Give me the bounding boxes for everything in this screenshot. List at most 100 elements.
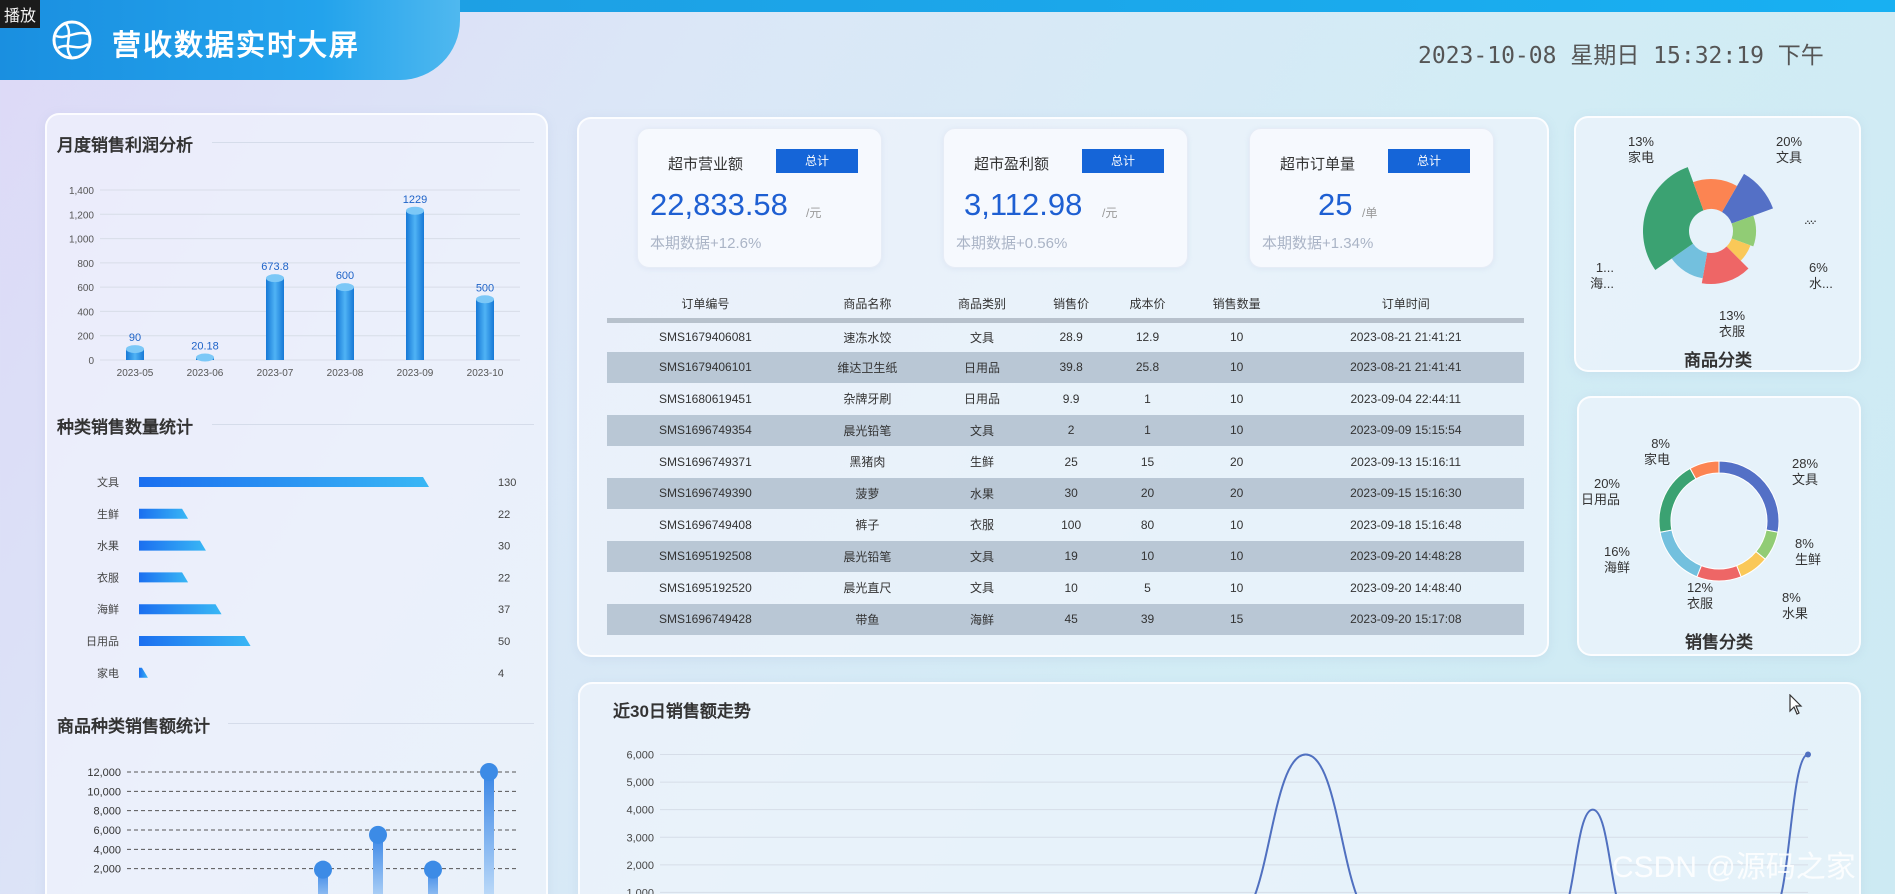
- lollipop-point[interactable]: [314, 860, 332, 879]
- y-tick-label: 1,200: [69, 210, 94, 221]
- table-row[interactable]: SMS1696749428 带鱼 海鲜 45 39 15 2023-09-20 15:17:…: [607, 603, 1524, 635]
- table-cell: SMS1679406101: [607, 351, 804, 383]
- column-header[interactable]: 订单时间: [1288, 290, 1524, 320]
- table-row[interactable]: SMS1680619451 杂牌牙刷 日用品 9.9 1 10 2023-09-04 22:…: [607, 383, 1524, 415]
- category-label: 衣服: [97, 570, 119, 584]
- hbar[interactable]: [139, 477, 429, 487]
- category-label: 生鲜: [97, 507, 119, 521]
- hbar-value-label: 50: [498, 636, 510, 648]
- bar-cap: [196, 353, 214, 362]
- category-label: 家电: [97, 666, 119, 680]
- hbar-value-label: 22: [498, 572, 510, 584]
- slice-label: 海...: [1590, 276, 1614, 291]
- slice-name-label: 海鲜: [1604, 560, 1630, 575]
- y-tick-label: 3,000: [626, 832, 654, 844]
- kpi-value: 3,112.98: [964, 187, 1083, 222]
- slice-pct-label: 16%: [1604, 544, 1630, 559]
- lollipop-point[interactable]: [424, 860, 442, 879]
- monthly-profit-title: 月度销售利润分析: [57, 136, 193, 155]
- table-cell: 100: [1061, 517, 1082, 532]
- table-cell: 10: [1109, 540, 1186, 572]
- category-count-chart: 文具 130 生鲜 22 水果 30 衣服 22 海鲜 37 日用品 50 家电 4: [86, 475, 516, 680]
- hbar[interactable]: [139, 636, 251, 646]
- table-row[interactable]: SMS1696749408 裤子 衣服 100 80 10 2023-09-18 15:16…: [607, 509, 1524, 541]
- slice-pct-label: 8%: [1651, 436, 1670, 451]
- table-row[interactable]: SMS1679406081 速冻水饺 文具 28.9 12.9 10 2023-08-21 …: [607, 320, 1524, 352]
- kpi-value: 22,833.58: [650, 187, 788, 222]
- kpi-total-badge[interactable]: 总计: [1082, 149, 1164, 173]
- hbar[interactable]: [139, 540, 206, 551]
- table-cell: SMS1695192508: [607, 540, 804, 572]
- table-cell: 10: [1185, 540, 1288, 572]
- column-header[interactable]: 订单编号: [607, 290, 804, 320]
- table-row[interactable]: SMS1696749371 黑猪肉 生鲜 25 15 20 2023-09-13 15:16…: [607, 446, 1524, 478]
- slice-pct-label: 28%: [1792, 456, 1818, 471]
- slice-label: 衣服: [1719, 324, 1745, 339]
- hbar[interactable]: [139, 667, 148, 678]
- table-cell: 80: [1140, 517, 1155, 532]
- table-cell: 裤子: [855, 518, 880, 533]
- table-cell: SMS1696749354: [607, 414, 804, 446]
- kpi-note: 本期数据+1.34%: [1262, 235, 1374, 252]
- table-cell: 12.9: [1135, 330, 1160, 344]
- table-cell: 28.9: [1059, 330, 1083, 344]
- category-label: 文具: [97, 475, 119, 489]
- hbar[interactable]: [139, 508, 189, 519]
- table-cell: SMS1680619451: [659, 391, 752, 406]
- bar[interactable]: [336, 287, 354, 360]
- y-tick-label: 10,000: [87, 786, 121, 798]
- hbar[interactable]: [139, 604, 222, 615]
- lollipop-point[interactable]: [480, 763, 498, 781]
- table-cell: SMS1696749390: [607, 477, 804, 509]
- kpi-total-badge[interactable]: 总计: [1388, 149, 1470, 173]
- y-tick-label: 2,000: [626, 860, 654, 872]
- table-row[interactable]: SMS1695192508 晨光铅笔 文具 19 10 10 2023-09-20 14:4…: [607, 540, 1524, 572]
- column-header[interactable]: 商品名称: [804, 290, 931, 320]
- play-overlay-label[interactable]: 播放: [0, 0, 41, 28]
- y-tick-label: 1,400: [69, 186, 94, 197]
- table-cell: 25: [1064, 454, 1078, 469]
- donut-slice[interactable]: [1659, 529, 1702, 578]
- table-row[interactable]: SMS1695192520 晨光直尺 文具 10 5 10 2023-09-20 14:48…: [607, 572, 1524, 604]
- bar[interactable]: [406, 210, 424, 360]
- donut-slice[interactable]: [1658, 467, 1697, 533]
- donut-slice[interactable]: [1718, 460, 1780, 533]
- donut-slice[interactable]: [1696, 564, 1742, 582]
- y-tick-label: 4,000: [626, 805, 654, 817]
- sales-category-title: 销售分类: [1685, 633, 1753, 652]
- slice-name-label: 衣服: [1687, 596, 1713, 611]
- column-header[interactable]: 销售数量: [1186, 290, 1288, 320]
- bar[interactable]: [266, 278, 284, 360]
- donut-slice[interactable]: [1736, 550, 1766, 578]
- slice-pct-label: 20%: [1594, 476, 1620, 491]
- y-tick-label: 5,000: [626, 777, 654, 789]
- lollipop-point[interactable]: [369, 825, 387, 844]
- y-tick-label: 400: [77, 307, 94, 318]
- table-cell: SMS1696749371: [659, 454, 752, 469]
- monthly-profit-chart: 0 200 400 600 800 1,000 1,200 1,400 90 2023-05 20.…: [69, 186, 520, 379]
- section-divider: [228, 723, 534, 724]
- table-cell: 文具: [969, 581, 994, 596]
- table-cell: 海鲜: [931, 603, 1033, 635]
- y-tick-label: 200: [77, 332, 94, 343]
- table-cell: 日用品: [931, 351, 1033, 383]
- column-header[interactable]: 成本价: [1109, 290, 1185, 320]
- donut-slice[interactable]: [1689, 460, 1720, 480]
- table-cell: 文具: [931, 540, 1033, 572]
- globe-logo-icon: [52, 20, 92, 60]
- column-header[interactable]: 销售价: [1033, 290, 1109, 320]
- table-cell: 10: [1229, 517, 1244, 532]
- table-row[interactable]: SMS1679406101 维达卫生纸 日用品 39.8 25.8 10 2023-08-2…: [607, 351, 1524, 383]
- kpi-note: 本期数据+12.6%: [650, 235, 762, 252]
- table-cell: 10: [1229, 391, 1244, 406]
- table-row[interactable]: SMS1696749390 菠萝 水果 30 20 20 2023-09-15 15:16:…: [607, 477, 1524, 509]
- kpi-total-badge[interactable]: 总计: [776, 149, 858, 173]
- bar[interactable]: [476, 299, 494, 360]
- table-cell: SMS1696749428: [607, 603, 804, 635]
- hbar[interactable]: [139, 572, 189, 583]
- x-tick-label: 2023-08: [327, 368, 364, 379]
- column-header[interactable]: 商品类别: [931, 290, 1033, 320]
- csdn-watermark: CSDN @源码之家: [1612, 851, 1856, 884]
- table-row[interactable]: SMS1696749354 晨光铅笔 文具 2 1 10 2023-09-09 15:15:…: [607, 414, 1524, 446]
- trend-point[interactable]: [1805, 751, 1811, 758]
